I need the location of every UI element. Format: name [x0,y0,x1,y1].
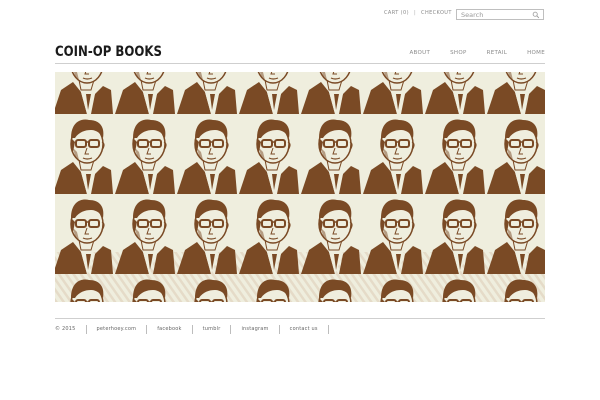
main-nav: ABOUT SHOP RETAIL HOME [389,50,545,56]
site-logo[interactable]: COIN-OP BOOKS [55,44,162,60]
footer-link-instagram[interactable]: instagram [241,326,268,332]
nav-about[interactable]: ABOUT [409,50,430,56]
nav-retail[interactable]: RETAIL [487,50,507,56]
cart-link[interactable]: CART (0) [384,10,409,16]
footer-link-tumblr[interactable]: tumblr [203,326,221,332]
portrait-pattern-image [55,72,545,302]
header-divider [55,63,545,64]
footer-divider [55,318,545,319]
search-box [456,9,544,20]
nav-shop[interactable]: SHOP [450,50,466,56]
search-icon[interactable] [532,11,540,19]
footer-link-facebook[interactable]: facebook [157,326,181,332]
search-input[interactable] [457,10,531,19]
checkout-link[interactable]: CHECKOUT [421,10,452,16]
utility-separator: | [413,10,417,16]
footer-link-peterhoey[interactable]: peterhoey.com [97,326,137,332]
hero-banner [55,72,545,302]
copyright-text: © 2015 [55,326,76,332]
utility-bar: CART (0) | CHECKOUT [384,10,452,16]
footer-link-contact[interactable]: contact us [290,326,318,332]
nav-home[interactable]: HOME [527,50,545,56]
footer: © 2015 peterhoey.com facebook tumblr ins… [55,325,329,334]
